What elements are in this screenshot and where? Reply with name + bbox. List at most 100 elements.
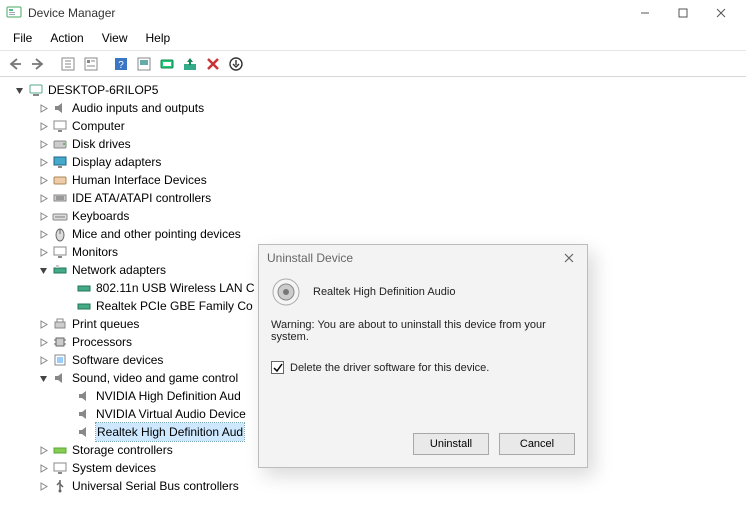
dialog-warning-text: Warning: You are about to uninstall this… [271, 319, 575, 343]
menu-action[interactable]: Action [41, 28, 92, 48]
expand-icon[interactable] [36, 173, 50, 187]
expand-icon[interactable] [36, 227, 50, 241]
cpu-icon [52, 334, 68, 350]
cancel-button[interactable]: Cancel [499, 433, 575, 455]
forward-icon[interactable] [27, 53, 49, 75]
window-buttons [626, 2, 740, 24]
disable-icon[interactable] [202, 53, 224, 75]
tree-item-label: Computer [72, 117, 125, 135]
collapse-icon[interactable] [36, 263, 50, 277]
software-icon [52, 352, 68, 368]
tree-item-usb[interactable]: Universal Serial Bus controllers [2, 477, 744, 495]
dialog-body: Realtek High Definition Audio Warning: Y… [259, 271, 587, 423]
enable-icon[interactable] [225, 53, 247, 75]
delete-driver-checkbox[interactable] [271, 361, 284, 374]
uninstall-button[interactable]: Uninstall [413, 433, 489, 455]
tree-item-label: Keyboards [72, 207, 129, 225]
uninstall-icon[interactable] [179, 53, 201, 75]
network-card-icon [76, 298, 92, 314]
tree-item-label: Processors [72, 333, 132, 351]
device-speaker-icon [271, 277, 301, 307]
expand-icon[interactable] [36, 245, 50, 259]
ide-icon [52, 190, 68, 206]
dialog-device-name: Realtek High Definition Audio [313, 286, 455, 298]
expand-icon[interactable] [36, 101, 50, 115]
tree-item-label: Network adapters [72, 261, 166, 279]
maximize-button[interactable] [664, 2, 702, 24]
expand-icon[interactable] [36, 137, 50, 151]
expand-icon[interactable] [36, 119, 50, 133]
monitor-icon [52, 244, 68, 260]
system-icon [52, 460, 68, 476]
tree-item-label: Software devices [72, 351, 163, 369]
help-icon[interactable]: ? [110, 53, 132, 75]
scan-icon[interactable] [133, 53, 155, 75]
tree-item-keyboards[interactable]: Keyboards [2, 207, 744, 225]
tree-item-label: Storage controllers [72, 441, 173, 459]
menu-file[interactable]: File [4, 28, 41, 48]
svg-text:?: ? [118, 60, 124, 71]
tree-item-label: Disk drives [72, 135, 131, 153]
tree-item-label: Sound, video and game control [72, 369, 238, 387]
tree-item-label: Audio inputs and outputs [72, 99, 204, 117]
tree-item-label: IDE ATA/ATAPI controllers [72, 189, 211, 207]
tree-item-label: Monitors [72, 243, 118, 261]
expand-icon[interactable] [36, 209, 50, 223]
speaker-icon [52, 370, 68, 386]
minimize-button[interactable] [626, 2, 664, 24]
properties-icon[interactable] [80, 53, 102, 75]
tree-item-mice[interactable]: Mice and other pointing devices [2, 225, 744, 243]
expand-icon[interactable] [36, 443, 50, 457]
collapse-icon[interactable] [12, 83, 26, 97]
dialog-device-row: Realtek High Definition Audio [271, 277, 575, 307]
tree-root-label: DESKTOP-6RILOP5 [48, 81, 158, 99]
dialog-buttons: Uninstall Cancel [259, 423, 587, 467]
update-driver-icon[interactable] [156, 53, 178, 75]
collapse-icon[interactable] [36, 371, 50, 385]
tree-item-disk[interactable]: Disk drives [2, 135, 744, 153]
tree-root[interactable]: DESKTOP-6RILOP5 [2, 81, 744, 99]
expand-icon[interactable] [36, 155, 50, 169]
dialog-title: Uninstall Device [267, 251, 559, 265]
tree-item-label: Universal Serial Bus controllers [72, 477, 239, 495]
tree-item-label: Display adapters [72, 153, 161, 171]
tree-item-ide[interactable]: IDE ATA/ATAPI controllers [2, 189, 744, 207]
tree-item-label: Realtek PCIe GBE Family Co [96, 297, 253, 315]
speaker-icon [76, 388, 92, 404]
keyboard-icon [52, 208, 68, 224]
expand-icon[interactable] [36, 191, 50, 205]
speaker-icon [52, 100, 68, 116]
menu-view[interactable]: View [93, 28, 137, 48]
tree-item-audio[interactable]: Audio inputs and outputs [2, 99, 744, 117]
titlebar: Device Manager [0, 0, 746, 26]
toolbar: ? [0, 51, 746, 77]
mouse-icon [52, 226, 68, 242]
tree-item-label: NVIDIA Virtual Audio Device [96, 405, 246, 423]
tree-item-label: Mice and other pointing devices [72, 225, 241, 243]
tree-item-label: Print queues [72, 315, 139, 333]
network-icon [52, 262, 68, 278]
storage-icon [52, 442, 68, 458]
close-button[interactable] [702, 2, 740, 24]
expand-icon[interactable] [36, 317, 50, 331]
checkbox-label: Delete the driver software for this devi… [290, 362, 489, 374]
tree-item-computer[interactable]: Computer [2, 117, 744, 135]
tree-item-display[interactable]: Display adapters [2, 153, 744, 171]
expand-icon[interactable] [36, 479, 50, 493]
back-icon[interactable] [4, 53, 26, 75]
menu-help[interactable]: Help [137, 28, 180, 48]
tree-item-label: NVIDIA High Definition Aud [96, 387, 241, 405]
dialog-close-icon[interactable] [559, 248, 579, 268]
printer-icon [52, 316, 68, 332]
expand-icon[interactable] [36, 335, 50, 349]
expand-icon[interactable] [36, 353, 50, 367]
menubar: File Action View Help [0, 26, 746, 51]
show-hidden-icon[interactable] [57, 53, 79, 75]
hid-icon [52, 172, 68, 188]
tree-item-label: 802.11n USB Wireless LAN C [96, 279, 255, 297]
expand-icon[interactable] [36, 461, 50, 475]
tree-item-hid[interactable]: Human Interface Devices [2, 171, 744, 189]
speaker-icon [76, 406, 92, 422]
speaker-icon [76, 424, 92, 440]
dialog-checkbox-row[interactable]: Delete the driver software for this devi… [271, 361, 575, 374]
